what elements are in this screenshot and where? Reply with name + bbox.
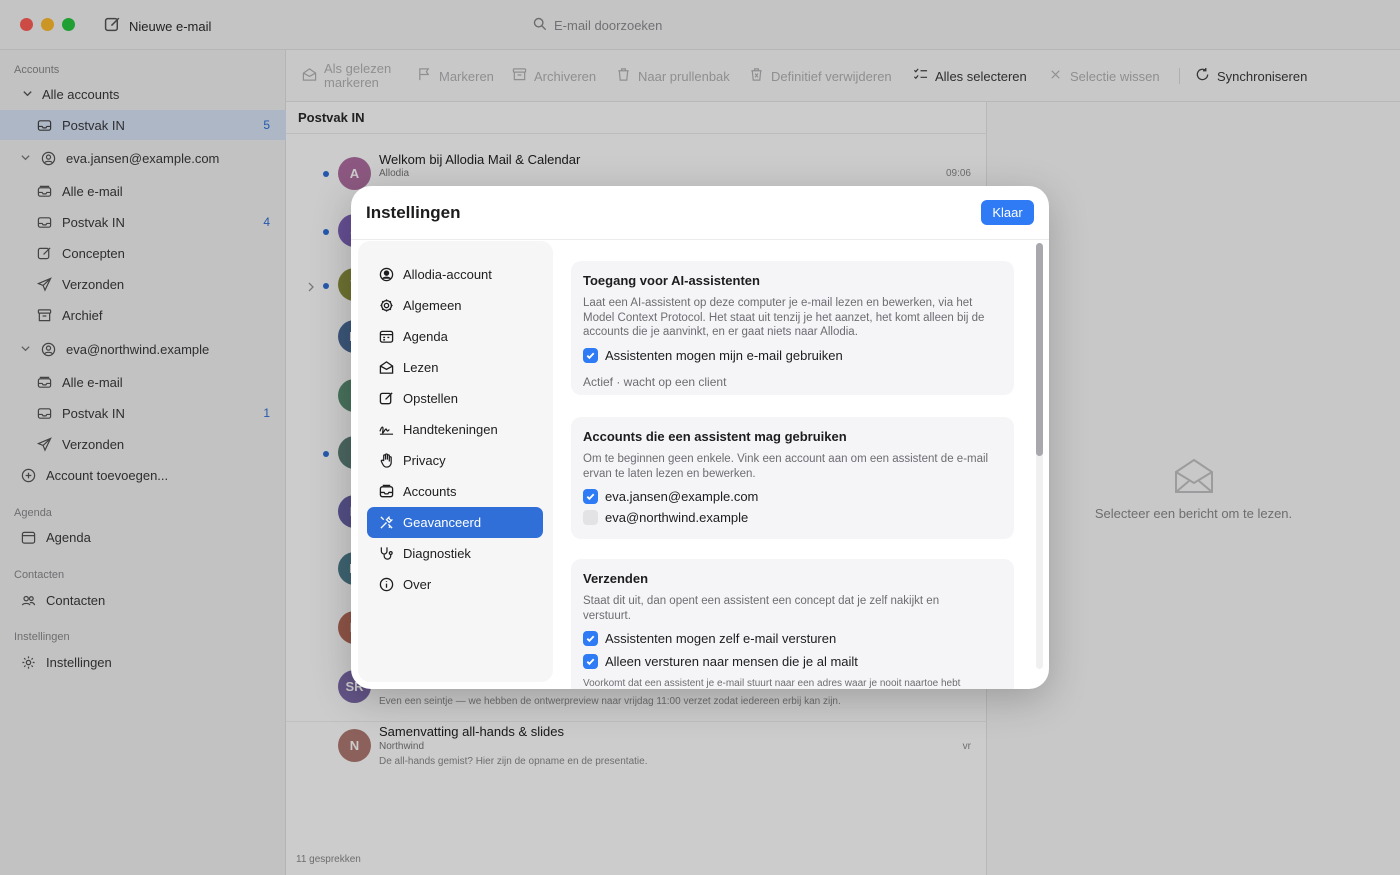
info-icon bbox=[378, 577, 394, 593]
sending-card: Verzenden Staat dit uit, dan opent een a… bbox=[571, 559, 1014, 689]
mcp-status: Actief · wacht op een client bbox=[583, 374, 727, 389]
nav-label: Lezen bbox=[403, 360, 439, 375]
checkbox-label: eva@northwind.example bbox=[605, 510, 749, 525]
ai-access-card: Toegang voor AI-assistenten Laat een AI-… bbox=[571, 261, 1014, 395]
known-recipients-note: Voorkomt dat een assistent je e-mail stu… bbox=[583, 678, 961, 689]
checkbox-label: eva.jansen@example.com bbox=[605, 489, 759, 504]
settings-dialog: Instellingen Klaar Allodia-account Algem… bbox=[351, 186, 1049, 689]
settings-nav-compose[interactable]: Opstellen bbox=[367, 383, 543, 414]
checkbox-checked-icon bbox=[583, 489, 598, 504]
settings-nav-privacy[interactable]: Privacy bbox=[367, 445, 543, 476]
nav-label: Opstellen bbox=[403, 391, 458, 406]
card-description: Laat een AI-assistent op deze computer j… bbox=[583, 297, 985, 338]
card-title: Verzenden bbox=[583, 571, 649, 586]
card-description: Staat dit uit, dan opent een assistent e… bbox=[583, 595, 940, 622]
nav-label: Allodia-account bbox=[403, 267, 492, 282]
allow-assistants-checkbox[interactable]: Assistenten mogen mijn e-mail gebruiken bbox=[583, 347, 1002, 363]
settings-nav-accounts[interactable]: Accounts bbox=[367, 476, 543, 507]
person-circle-icon bbox=[378, 267, 394, 283]
nav-label: Algemeen bbox=[403, 298, 462, 313]
stethoscope-icon bbox=[378, 546, 394, 562]
gear-icon bbox=[378, 298, 394, 314]
nav-label: Over bbox=[403, 577, 432, 592]
settings-nav-signatures[interactable]: Handtekeningen bbox=[367, 414, 543, 445]
account-checkbox-northwind[interactable]: eva@northwind.example bbox=[583, 510, 1002, 525]
settings-content: Toegang voor AI-assistenten Laat een AI-… bbox=[571, 246, 1014, 689]
settings-nav-about[interactable]: Over bbox=[367, 569, 543, 600]
card-title: Toegang voor AI-assistenten bbox=[583, 273, 760, 288]
known-recipients-checkbox[interactable]: Alleen versturen naar mensen die je al m… bbox=[583, 654, 1002, 669]
checkbox-checked-icon bbox=[583, 347, 598, 363]
done-button[interactable]: Klaar bbox=[981, 200, 1034, 225]
tools-icon bbox=[378, 515, 394, 531]
checkbox-unchecked-icon bbox=[583, 510, 598, 525]
checkbox-checked-icon bbox=[583, 631, 598, 646]
assistant-accounts-card: Accounts die een assistent mag gebruiken… bbox=[571, 417, 1014, 539]
settings-nav-diagnostics[interactable]: Diagnostiek bbox=[367, 538, 543, 569]
settings-nav: Allodia-account Algemeen Agenda Lezen Op… bbox=[358, 241, 553, 682]
nav-label: Handtekeningen bbox=[403, 422, 498, 437]
envelope-open-icon bbox=[378, 360, 394, 376]
settings-nav-allodia-account[interactable]: Allodia-account bbox=[367, 259, 543, 290]
nav-label: Agenda bbox=[403, 329, 448, 344]
nav-label: Diagnostiek bbox=[403, 546, 471, 561]
nav-label: Privacy bbox=[403, 453, 446, 468]
signature-icon bbox=[378, 422, 394, 438]
settings-title: Instellingen bbox=[366, 203, 461, 222]
settings-nav-advanced[interactable]: Geavanceerd bbox=[367, 507, 543, 538]
settings-scrollbar[interactable] bbox=[1036, 243, 1043, 669]
scrollbar-thumb[interactable] bbox=[1036, 243, 1043, 456]
checkbox-label: Alleen versturen naar mensen die je al m… bbox=[605, 654, 858, 669]
card-description: Om te beginnen geen enkele. Vink een acc… bbox=[583, 453, 989, 480]
nav-label: Accounts bbox=[403, 484, 457, 499]
settings-nav-agenda[interactable]: Agenda bbox=[367, 321, 543, 352]
allow-send-checkbox[interactable]: Assistenten mogen zelf e-mail versturen bbox=[583, 631, 1002, 646]
tray-icon bbox=[378, 484, 394, 500]
checkbox-label: Assistenten mogen mijn e-mail gebruiken bbox=[605, 347, 843, 363]
settings-nav-general[interactable]: Algemeen bbox=[367, 290, 543, 321]
calendar-icon bbox=[378, 329, 394, 345]
card-title: Accounts die een assistent mag gebruiken bbox=[583, 429, 847, 444]
hand-icon bbox=[378, 453, 394, 469]
checkbox-label: Assistenten mogen zelf e-mail versturen bbox=[605, 631, 837, 646]
account-checkbox-eva-jansen[interactable]: eva.jansen@example.com bbox=[583, 489, 1002, 504]
settings-header: Instellingen Klaar bbox=[351, 186, 1049, 240]
compose-icon bbox=[378, 391, 394, 407]
nav-label: Geavanceerd bbox=[403, 515, 482, 530]
checkbox-checked-icon bbox=[583, 654, 598, 669]
settings-nav-reading[interactable]: Lezen bbox=[367, 352, 543, 383]
